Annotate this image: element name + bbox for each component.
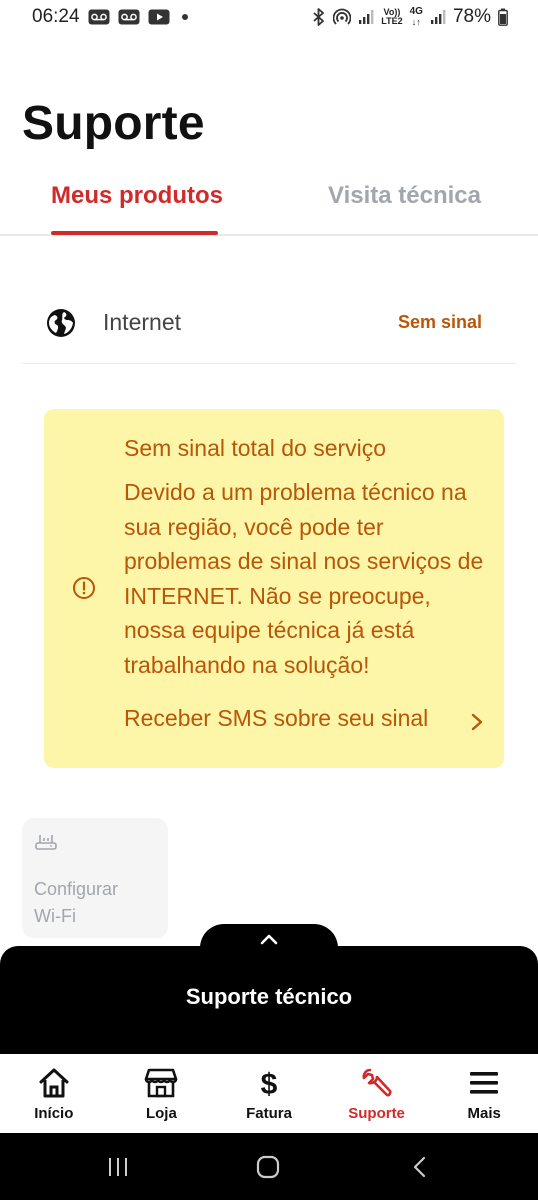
sheet-title: Suporte técnico <box>185 984 353 1009</box>
menu-icon <box>467 1066 501 1100</box>
nav-item-suporte[interactable]: Suporte <box>323 1054 431 1133</box>
product-status-badge: Sem sinal <box>397 312 482 332</box>
nav-item-loja[interactable]: Loja <box>108 1054 216 1133</box>
dollar-icon: $ <box>252 1066 286 1100</box>
receive-sms-label: Receber SMS sobre seu sinal <box>124 705 429 731</box>
nav-label: Loja <box>145 1105 177 1122</box>
tab-meus-produtos[interactable]: Meus produtos <box>51 182 223 210</box>
svg-text:$: $ <box>261 1068 278 1099</box>
nav-item-inicio[interactable]: Início <box>0 1054 108 1133</box>
nav-item-mais[interactable]: Mais <box>430 1054 538 1133</box>
home-icon <box>37 1066 71 1100</box>
hotspot-icon <box>333 8 352 26</box>
youtube-icon <box>148 9 170 25</box>
wrench-icon <box>360 1066 394 1100</box>
bluetooth-icon <box>312 8 326 26</box>
nav-label: Início <box>34 1105 74 1122</box>
battery-icon <box>498 8 508 26</box>
status-time: 06:24 <box>32 6 80 27</box>
active-tab-indicator <box>51 231 218 235</box>
voicemail-icon <box>118 9 140 25</box>
voicemail-icon <box>88 9 110 25</box>
status-bar: 06:24 Vo)) LTE2 4G ↓↑ 78% <box>0 0 538 34</box>
product-row-internet[interactable]: Internet Sem sinal <box>22 282 516 364</box>
home-button-icon[interactable] <box>254 1153 282 1181</box>
volte-icon: Vo)) LTE2 <box>381 7 403 26</box>
back-icon[interactable] <box>406 1153 434 1181</box>
globe-icon <box>46 308 76 338</box>
chevron-right-icon <box>470 710 484 730</box>
nav-label: Suporte <box>348 1105 405 1122</box>
network-4g-icon: 4G ↓↑ <box>409 6 423 28</box>
tab-bar: Meus produtos Visita técnica <box>0 170 538 236</box>
router-icon <box>34 832 58 852</box>
nav-item-fatura[interactable]: $ Fatura <box>215 1054 323 1133</box>
page-title: Suporte <box>22 97 205 150</box>
battery-percent: 78% <box>452 6 491 27</box>
tab-visita-tecnica[interactable]: Visita técnica <box>328 182 481 210</box>
bottom-nav: Início Loja $ Fatura Suporte Mais <box>0 1054 538 1133</box>
alert-message: Devido a um problema técnico na sua regi… <box>124 479 484 678</box>
signal-icon <box>430 9 446 25</box>
nav-label: Mais <box>467 1105 501 1122</box>
recent-apps-icon[interactable] <box>104 1153 132 1181</box>
alert-circle-icon <box>72 576 96 600</box>
chevron-up-icon[interactable] <box>259 932 279 946</box>
store-icon <box>144 1066 178 1100</box>
configure-wifi-tile[interactable]: Configurar Wi-Fi <box>22 818 168 938</box>
alert-title: Sem sinal total do serviço <box>124 435 387 461</box>
configure-wifi-label: Configurar Wi-Fi <box>34 879 119 926</box>
system-nav-bar <box>0 1133 538 1200</box>
nav-label: Fatura <box>246 1105 292 1122</box>
product-name: Internet <box>103 309 181 335</box>
signal-icon <box>358 9 374 25</box>
support-bottom-sheet[interactable]: Suporte técnico <box>0 924 538 1054</box>
service-alert-card: Sem sinal total do serviço Devido a um p… <box>44 409 504 768</box>
notification-dot-icon <box>181 14 188 20</box>
receive-sms-link[interactable]: Receber SMS sobre seu sinal <box>124 705 484 732</box>
